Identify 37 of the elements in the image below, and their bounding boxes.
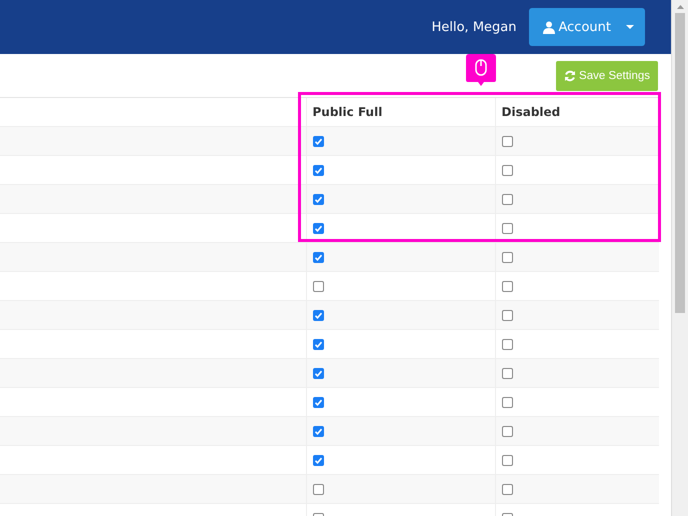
checkbox[interactable] [312, 484, 324, 494]
column-header: Disabled [502, 105, 560, 119]
checkbox[interactable] [312, 252, 324, 262]
checkbox[interactable] [502, 280, 512, 292]
checkbox[interactable] [312, 164, 324, 176]
checkbox[interactable] [312, 280, 324, 292]
refresh-icon [564, 70, 576, 82]
checkbox[interactable] [312, 426, 324, 436]
checkbox[interactable] [502, 310, 512, 320]
checkbox[interactable] [502, 454, 512, 466]
user-icon [542, 20, 554, 34]
checkbox[interactable] [502, 426, 512, 436]
checkbox[interactable] [502, 194, 512, 204]
checkbox[interactable] [312, 310, 324, 320]
checkbox[interactable] [502, 136, 512, 146]
column-header: Public Full [312, 105, 382, 119]
checkbox[interactable] [312, 396, 324, 408]
checkbox[interactable] [502, 222, 512, 234]
checkbox[interactable] [502, 368, 512, 378]
mouse-icon [466, 54, 496, 86]
checkbox[interactable] [312, 338, 324, 350]
checkbox[interactable] [312, 194, 324, 204]
scrollbar-thumb[interactable] [675, 13, 685, 313]
greeting: Hello, Megan [432, 20, 516, 34]
checkbox[interactable] [502, 338, 512, 350]
checkbox[interactable] [312, 136, 324, 146]
checkbox[interactable] [502, 252, 512, 262]
checkbox[interactable] [312, 454, 324, 466]
checkbox[interactable] [502, 484, 512, 494]
checkbox[interactable] [312, 222, 324, 234]
account-button[interactable]: Account [528, 8, 645, 46]
scroll-up-icon[interactable] [676, 5, 684, 9]
checkbox[interactable] [312, 368, 324, 378]
checkbox[interactable] [502, 396, 512, 408]
caret-icon [626, 25, 634, 29]
checkbox[interactable] [502, 164, 512, 176]
save-settings-button[interactable]: Save Settings [556, 60, 658, 90]
